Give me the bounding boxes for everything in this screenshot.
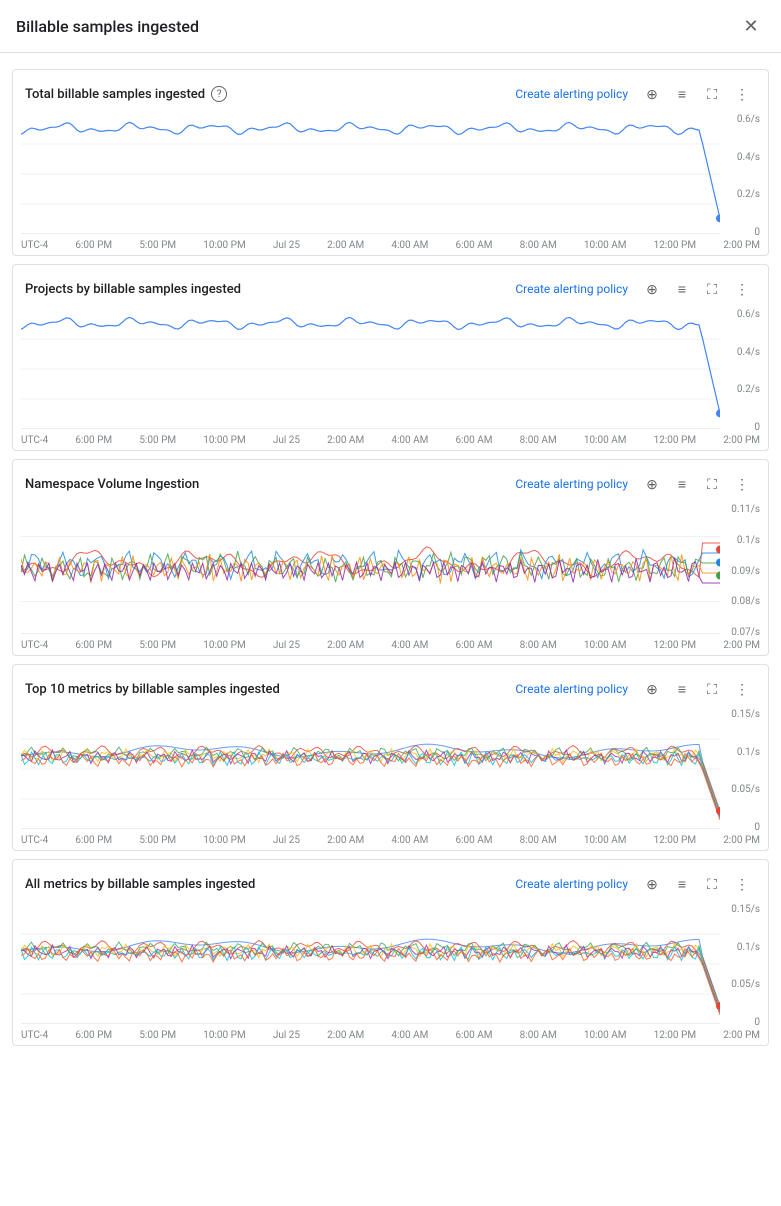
fullscreen-icon[interactable]: ⛶ — [698, 275, 726, 303]
chart-header-panel2: Projects by billable samples ingested Cre… — [13, 265, 768, 309]
dialog-title: Billable samples ingested — [16, 17, 199, 36]
fullscreen-icon[interactable]: ⛶ — [698, 470, 726, 498]
x-labels-panel2: UTC-46:00 PM5:00 PM10:00 PMJul 252:00 AM… — [13, 433, 768, 450]
chart-header-panel5: All metrics by billable samples ingested… — [13, 860, 768, 904]
legend-icon[interactable]: ≡ — [668, 470, 696, 498]
search-icon[interactable]: ⊕ — [638, 80, 666, 108]
dialog-header: Billable samples ingested ✕ — [0, 0, 781, 53]
more-icon[interactable]: ⋮ — [728, 80, 756, 108]
chart-body-panel1: 0.6/s0.4/s0.2/s0 — [13, 114, 768, 238]
create-alert-link-panel3[interactable]: Create alerting policy — [515, 477, 628, 491]
create-alert-link-panel1[interactable]: Create alerting policy — [515, 87, 628, 101]
more-icon[interactable]: ⋮ — [728, 870, 756, 898]
chart-title-panel4: Top 10 metrics by billable samples inges… — [25, 682, 280, 697]
y-labels-panel3: 0.11/s0.1/s0.09/s0.08/s0.07/s — [720, 504, 760, 638]
search-icon[interactable]: ⊕ — [638, 470, 666, 498]
y-labels-panel1: 0.6/s0.4/s0.2/s0 — [720, 114, 760, 238]
legend-icon[interactable]: ≡ — [668, 275, 696, 303]
create-alert-link-panel4[interactable]: Create alerting policy — [515, 682, 628, 696]
chart-header-panel4: Top 10 metrics by billable samples inges… — [13, 665, 768, 709]
x-labels-panel1: UTC-46:00 PM5:00 PM10:00 PMJul 252:00 AM… — [13, 238, 768, 255]
more-icon[interactable]: ⋮ — [728, 275, 756, 303]
chart-title-panel3: Namespace Volume Ingestion — [25, 477, 199, 492]
chart-title-panel2: Projects by billable samples ingested — [25, 282, 241, 297]
legend-icon[interactable]: ≡ — [668, 870, 696, 898]
y-labels-panel2: 0.6/s0.4/s0.2/s0 — [720, 309, 760, 433]
chart-panel-panel1: Total billable samples ingested? Create a… — [12, 69, 769, 256]
chart-body-panel2: 0.6/s0.4/s0.2/s0 — [13, 309, 768, 433]
fullscreen-icon[interactable]: ⛶ — [698, 870, 726, 898]
chart-header-panel3: Namespace Volume Ingestion Create alertin… — [13, 460, 768, 504]
x-labels-panel4: UTC-46:00 PM5:00 PM10:00 PMJul 252:00 AM… — [13, 833, 768, 850]
create-alert-link-panel5[interactable]: Create alerting policy — [515, 877, 628, 891]
search-icon[interactable]: ⊕ — [638, 870, 666, 898]
x-labels-panel5: UTC-46:00 PM5:00 PM10:00 PMJul 252:00 AM… — [13, 1028, 768, 1045]
x-labels-panel3: UTC-46:00 PM5:00 PM10:00 PMJul 252:00 AM… — [13, 638, 768, 655]
content-area: Total billable samples ingested? Create a… — [0, 53, 781, 1062]
legend-icon[interactable]: ≡ — [668, 80, 696, 108]
info-icon[interactable]: ? — [211, 86, 227, 102]
search-icon[interactable]: ⊕ — [638, 675, 666, 703]
chart-panel-panel2: Projects by billable samples ingested Cre… — [12, 264, 769, 451]
more-icon[interactable]: ⋮ — [728, 675, 756, 703]
chart-title-panel1: Total billable samples ingested — [25, 87, 205, 102]
chart-body-panel5: 0.15/s0.1/s0.05/s0 — [13, 904, 768, 1028]
fullscreen-icon[interactable]: ⛶ — [698, 80, 726, 108]
search-icon[interactable]: ⊕ — [638, 275, 666, 303]
y-labels-panel5: 0.15/s0.1/s0.05/s0 — [720, 904, 760, 1028]
close-button[interactable]: ✕ — [737, 12, 765, 40]
create-alert-link-panel2[interactable]: Create alerting policy — [515, 282, 628, 296]
chart-panel-panel5: All metrics by billable samples ingested… — [12, 859, 769, 1046]
chart-title-panel5: All metrics by billable samples ingested — [25, 877, 255, 892]
more-icon[interactable]: ⋮ — [728, 470, 756, 498]
fullscreen-icon[interactable]: ⛶ — [698, 675, 726, 703]
y-labels-panel4: 0.15/s0.1/s0.05/s0 — [720, 709, 760, 833]
chart-panel-panel3: Namespace Volume Ingestion Create alertin… — [12, 459, 769, 656]
dialog-container: Billable samples ingested ✕ Total billab… — [0, 0, 781, 1062]
chart-header-panel1: Total billable samples ingested? Create a… — [13, 70, 768, 114]
chart-body-panel3: 0.11/s0.1/s0.09/s0.08/s0.07/s — [13, 504, 768, 638]
chart-body-panel4: 0.15/s0.1/s0.05/s0 — [13, 709, 768, 833]
legend-icon[interactable]: ≡ — [668, 675, 696, 703]
chart-panel-panel4: Top 10 metrics by billable samples inges… — [12, 664, 769, 851]
